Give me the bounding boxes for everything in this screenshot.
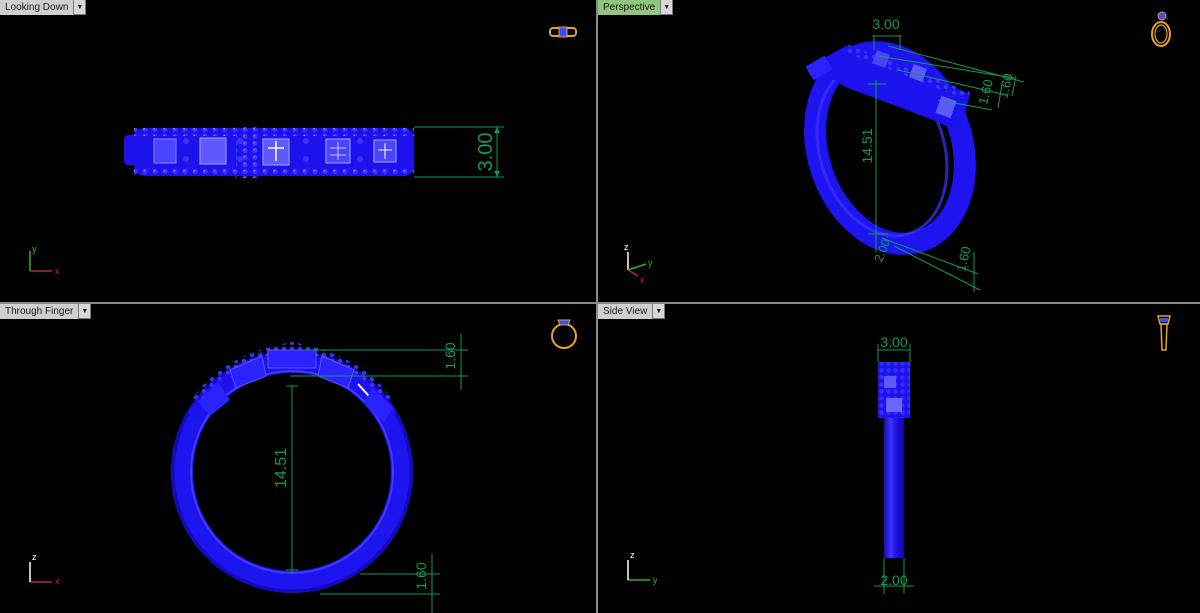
dimension-bottom-thickness-label: 1.60 — [953, 245, 974, 273]
through-finger-canvas: 1.60 14.51 1.60 z x — [29, 334, 468, 613]
viewport-label: Perspective — [598, 0, 662, 15]
viewport-tab-through-finger[interactable]: Through Finger ▼ — [0, 304, 92, 319]
viewport-tab-side-view[interactable]: Side View ▼ — [598, 304, 666, 319]
viewport-tab-perspective[interactable]: Perspective ▼ — [598, 0, 674, 15]
dimension-width: 3.00 — [414, 126, 504, 178]
dimension-inner-diameter-label: 14.51 — [273, 448, 290, 488]
axis-z-label: z — [630, 550, 635, 560]
viewport-through-finger[interactable]: Through Finger ▼ 1.60 14.51 1.60 z x — [0, 304, 596, 613]
axis-x-label: x — [55, 266, 60, 276]
viewport-menu-dropdown[interactable]: ▼ — [79, 304, 92, 319]
ring-front-icon[interactable] — [548, 314, 580, 352]
viewport-label: Looking Down — [0, 0, 75, 15]
looking-down-canvas: 3.00 y x — [29, 126, 504, 276]
axis-z-label: z — [624, 242, 629, 252]
ring-perspective-icon[interactable] — [1146, 8, 1176, 48]
axis-gizmo: z y x — [624, 242, 653, 285]
dimension-bottom-thickness-label: 1.60 — [413, 562, 429, 589]
axis-y-label: y — [653, 575, 658, 585]
side-view-canvas: 3.00 2.00 z y — [627, 334, 914, 594]
axis-x-label: x — [55, 576, 60, 586]
axis-gizmo: y x — [29, 244, 60, 276]
viewport-looking-down[interactable]: Looking Down ▼ 3.00 y x — [0, 0, 596, 302]
viewport-menu-dropdown[interactable]: ▼ — [661, 0, 674, 15]
viewport-label: Side View — [598, 304, 654, 319]
dimension-thickness-a-label: 1.60 — [975, 78, 996, 106]
dimension-top-thickness-label: 1.60 — [442, 342, 458, 369]
viewport-side-view[interactable]: Side View ▼ 3.00 2.00 z y — [598, 304, 1200, 613]
viewport-perspective[interactable]: Perspective ▼ 3.00 1.60 1.60 14.51 2.00 … — [598, 0, 1200, 302]
dimension-top-width-label: 3.00 — [880, 334, 907, 350]
ring-side-model — [878, 362, 910, 558]
perspective-canvas: 3.00 1.60 1.60 14.51 2.00 1.60 z y x — [624, 16, 1025, 292]
axis-y-label: y — [648, 258, 653, 268]
ring-top-icon[interactable] — [548, 22, 578, 42]
dimension-width-label: 3.00 — [475, 133, 497, 172]
axis-gizmo: z x — [29, 552, 60, 586]
axis-z-label: z — [32, 552, 37, 562]
viewport-tab-looking-down[interactable]: Looking Down ▼ — [0, 0, 87, 15]
ring-perspective-model — [804, 41, 976, 255]
dimension-thickness-b-label: 1.60 — [995, 72, 1016, 100]
axis-y-label: y — [32, 244, 37, 254]
ring-top-model — [124, 126, 414, 178]
viewport-menu-dropdown[interactable]: ▼ — [653, 304, 666, 319]
axis-gizmo: z y — [627, 550, 658, 585]
dimension-width-label: 3.00 — [872, 16, 899, 32]
ring-side-icon[interactable] — [1154, 312, 1174, 354]
viewport-menu-dropdown[interactable]: ▼ — [74, 0, 87, 15]
axis-x-label: x — [640, 275, 645, 285]
dimension-bottom-width-label: 2.00 — [880, 572, 907, 588]
dimension-inner-diameter-label: 14.51 — [859, 128, 875, 163]
viewport-label: Through Finger — [0, 304, 80, 319]
